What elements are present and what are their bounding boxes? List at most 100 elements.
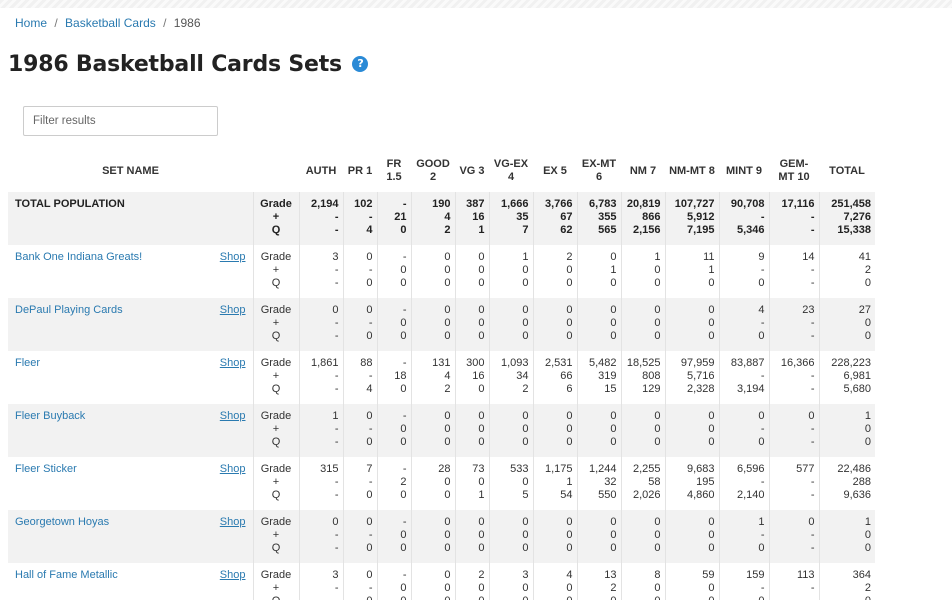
row-label: Q bbox=[271, 224, 281, 236]
count-value: 0 bbox=[708, 542, 715, 554]
count-value: 0 bbox=[456, 595, 484, 600]
column-header: VG 3 bbox=[459, 164, 485, 177]
count-value: 0 bbox=[366, 489, 373, 501]
grade-count-cell: 000 bbox=[410, 563, 455, 600]
count-value: 27 bbox=[858, 304, 871, 316]
set-name-link[interactable]: Fleer Buyback bbox=[15, 410, 85, 422]
shop-link[interactable]: Shop bbox=[220, 410, 246, 423]
shop-link[interactable]: Shop bbox=[220, 516, 246, 529]
count-value: 16 bbox=[472, 211, 485, 223]
count-value: 1,244 bbox=[588, 463, 617, 475]
set-name-link[interactable]: Georgetown Hoyas bbox=[15, 516, 109, 528]
set-name-cell: Bank One Indiana Greats! Shop bbox=[8, 245, 253, 298]
count-value: 808 bbox=[642, 370, 661, 382]
grade-count-cell: 5,482 319 15 bbox=[576, 351, 621, 404]
set-name-cell: Fleer Sticker Shop bbox=[8, 457, 253, 510]
count-value: 0 bbox=[654, 423, 661, 435]
table-header-row: SET NAME AUTH PR 1 FR 1.5 GOOD 2 VG 3 VG-EX 4 EX 5… bbox=[8, 150, 875, 192]
count-value: 1,175 bbox=[544, 463, 573, 475]
count-value: 0 bbox=[522, 476, 529, 488]
column-header: VG-EX 4 bbox=[493, 158, 529, 183]
grade-count-cell: 000 bbox=[488, 404, 533, 457]
count-value: - bbox=[402, 198, 407, 210]
grade-count-cell: -21 0 bbox=[376, 192, 411, 245]
count-value: 1 bbox=[654, 251, 661, 263]
count-value: 0 bbox=[444, 582, 451, 594]
count-value: 0 bbox=[444, 264, 451, 276]
count-value: 0 bbox=[610, 529, 617, 541]
count-value: 0 bbox=[566, 529, 573, 541]
count-value: 7,195 bbox=[686, 224, 715, 236]
shop-link[interactable]: Shop bbox=[220, 251, 246, 264]
column-header: NM-MT 8 bbox=[669, 164, 715, 177]
count-value: 0 bbox=[344, 595, 372, 600]
count-value: 0 bbox=[708, 516, 715, 528]
shop-link[interactable]: Shop bbox=[220, 463, 246, 476]
count-value: 0 bbox=[400, 317, 407, 329]
count-value: 0 bbox=[654, 330, 661, 342]
grade-count-cell: 73 0 1 bbox=[454, 457, 489, 510]
count-value: 0 bbox=[522, 436, 529, 448]
count-value: 0 bbox=[654, 317, 661, 329]
count-value: 159 bbox=[746, 569, 765, 581]
grade-count-cell: 000 bbox=[410, 298, 455, 351]
count-value: 0 bbox=[864, 529, 871, 541]
shop-link[interactable]: Shop bbox=[220, 569, 246, 582]
count-value: 0 bbox=[400, 277, 407, 289]
count-value: 0 bbox=[654, 410, 661, 422]
grade-count-cell: 17,116- - bbox=[768, 192, 819, 245]
count-value: 17,116 bbox=[781, 198, 815, 210]
count-value: - bbox=[760, 370, 765, 382]
count-value: 14 bbox=[802, 251, 815, 263]
column-header-set-name[interactable]: SET NAME bbox=[8, 150, 253, 192]
count-value: 22,486 bbox=[837, 463, 871, 475]
count-value: 0 bbox=[610, 251, 617, 263]
count-value: 1,093 bbox=[500, 357, 529, 369]
shop-link[interactable]: Shop bbox=[220, 304, 246, 317]
help-icon[interactable]: ? bbox=[352, 56, 369, 72]
count-value: 0 bbox=[808, 516, 815, 528]
count-value: 0 bbox=[400, 436, 407, 448]
set-name-link[interactable]: Hall of Fame Metallic bbox=[15, 569, 118, 581]
set-name-link[interactable]: Bank One Indiana Greats! bbox=[15, 251, 142, 263]
count-value: 0 bbox=[622, 595, 660, 600]
count-value: 2,156 bbox=[632, 224, 661, 236]
count-value: 7 bbox=[366, 463, 373, 475]
grade-count-cell: 100 bbox=[488, 245, 533, 298]
count-value: 2 bbox=[864, 582, 871, 594]
set-name-link[interactable]: Fleer Sticker bbox=[15, 463, 77, 475]
count-value: - bbox=[810, 489, 815, 501]
grade-count-cell: 000 bbox=[410, 510, 455, 563]
count-value: 4 bbox=[566, 569, 573, 581]
count-value: - bbox=[810, 277, 815, 289]
grade-count-cell: 1320 bbox=[576, 563, 621, 600]
set-name-link[interactable]: DePaul Playing Cards bbox=[15, 304, 123, 316]
count-value: 0 bbox=[654, 542, 661, 554]
breadcrumb-separator: / bbox=[54, 16, 58, 30]
breadcrumb-home-link[interactable]: Home bbox=[15, 16, 47, 30]
row-label-cell: Grade+Q bbox=[252, 510, 299, 563]
row-label: Grade bbox=[260, 198, 292, 210]
shop-link[interactable]: Shop bbox=[220, 357, 246, 370]
count-value: 300 bbox=[466, 357, 485, 369]
count-value: - bbox=[760, 582, 765, 594]
count-value: 0 bbox=[610, 317, 617, 329]
set-name-link[interactable]: Fleer bbox=[15, 357, 40, 369]
filter-results-input[interactable] bbox=[23, 106, 218, 136]
count-value: 15,338 bbox=[837, 224, 871, 236]
breadcrumb-category-link[interactable]: Basketball Cards bbox=[65, 16, 156, 30]
count-value: 1 bbox=[478, 224, 485, 236]
grade-count-cell: 18,525 808 129 bbox=[620, 351, 665, 404]
count-value: 0 bbox=[478, 436, 485, 448]
count-value: 0 bbox=[444, 251, 451, 263]
count-value: 5,716 bbox=[686, 370, 715, 382]
grade-count-cell: 000 bbox=[454, 404, 489, 457]
count-value: - bbox=[334, 476, 339, 488]
column-header: MINT 9 bbox=[725, 164, 763, 177]
count-value: 0 bbox=[610, 516, 617, 528]
count-value: 550 bbox=[598, 489, 617, 501]
count-value: 577 bbox=[796, 463, 815, 475]
count-value: 4 bbox=[444, 211, 451, 223]
count-value: 0 bbox=[610, 423, 617, 435]
grade-count-cell: 000 bbox=[454, 510, 489, 563]
